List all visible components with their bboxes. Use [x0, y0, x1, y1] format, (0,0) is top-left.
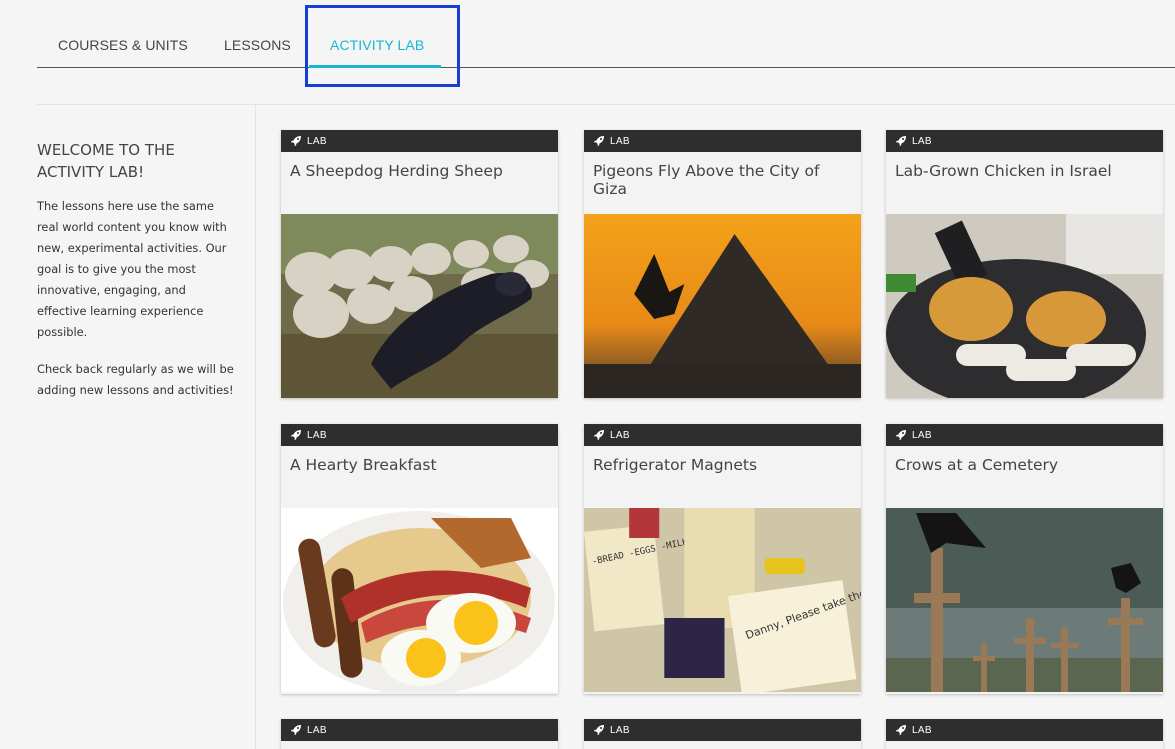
- sidebar-divider: [255, 104, 256, 749]
- card-tag-label: LAB: [307, 724, 327, 736]
- sidebar-intro-text: The lessons here use the same real world…: [37, 199, 227, 339]
- card-tag: LAB: [886, 424, 1163, 446]
- card-tag-label: LAB: [912, 135, 932, 147]
- card-image-magnets: -BREAD -EGGS -MILK -COFFEE Danny, Please…: [584, 508, 861, 692]
- lesson-card[interactable]: LAB: [281, 719, 558, 749]
- rocket-icon: [594, 136, 604, 146]
- card-title: Pigeons Fly Above the City of Giza: [593, 162, 820, 198]
- card-title: Crows at a Cemetery: [895, 456, 1059, 474]
- rocket-icon: [896, 136, 906, 146]
- lesson-card[interactable]: LAB A Sheepdog Herding Sheep: [281, 130, 558, 398]
- card-title: Refrigerator Magnets: [593, 456, 758, 474]
- rocket-icon: [594, 725, 604, 735]
- card-title: A Hearty Breakfast: [290, 456, 437, 474]
- lesson-card[interactable]: LAB: [886, 719, 1163, 749]
- rocket-icon: [594, 430, 604, 440]
- card-tag: LAB: [584, 719, 861, 741]
- lesson-card[interactable]: LAB Lab-Grown Chicken in Israel: [886, 130, 1163, 398]
- sidebar: WELCOME TO THE ACTIVITY LAB! The lessons…: [37, 139, 237, 417]
- tab-lessons[interactable]: LESSONS: [224, 37, 291, 53]
- highlight-box: [305, 5, 460, 87]
- card-tag-label: LAB: [307, 135, 327, 147]
- rocket-icon: [896, 725, 906, 735]
- tab-courses-units[interactable]: COURSES & UNITS: [58, 37, 188, 53]
- card-tag-label: LAB: [307, 429, 327, 441]
- lesson-card[interactable]: LAB Pigeons Fly Above the City of Giza: [584, 130, 861, 398]
- card-tag-label: LAB: [610, 135, 630, 147]
- rocket-icon: [896, 430, 906, 440]
- sidebar-note-text: Check back regularly as we will be addin…: [37, 362, 234, 397]
- card-image-pigeons-giza: [584, 214, 861, 398]
- lesson-card[interactable]: LAB Crows at a Cemetery: [886, 424, 1163, 694]
- lesson-card[interactable]: LAB Refrigerator Magnets -BREAD -EGGS -M…: [584, 424, 861, 694]
- card-image-breakfast: [281, 508, 558, 692]
- card-tag: LAB: [281, 719, 558, 741]
- card-tag-label: LAB: [610, 429, 630, 441]
- card-tag: LAB: [584, 130, 861, 152]
- card-tag: LAB: [886, 719, 1163, 741]
- lesson-card[interactable]: LAB A Hearty Breakfast: [281, 424, 558, 694]
- sidebar-heading: WELCOME TO THE ACTIVITY LAB!: [37, 141, 175, 181]
- card-tag: LAB: [281, 424, 558, 446]
- card-tag-label: LAB: [912, 724, 932, 736]
- rocket-icon: [291, 725, 301, 735]
- card-image-chicken: [886, 214, 1163, 398]
- card-title: A Sheepdog Herding Sheep: [290, 162, 503, 180]
- divider: [37, 104, 1175, 105]
- lesson-card[interactable]: LAB: [584, 719, 861, 749]
- card-tag-label: LAB: [610, 724, 630, 736]
- rocket-icon: [291, 136, 301, 146]
- card-tag: LAB: [584, 424, 861, 446]
- card-tag: LAB: [886, 130, 1163, 152]
- card-image-crows: [886, 508, 1163, 692]
- card-tag: LAB: [281, 130, 558, 152]
- rocket-icon: [291, 430, 301, 440]
- card-image-sheepdog: [281, 214, 558, 398]
- card-title: Lab-Grown Chicken in Israel: [895, 162, 1112, 180]
- tab-bar: COURSES & UNITS LESSONS ACTIVITY LAB: [37, 0, 1175, 68]
- card-tag-label: LAB: [912, 429, 932, 441]
